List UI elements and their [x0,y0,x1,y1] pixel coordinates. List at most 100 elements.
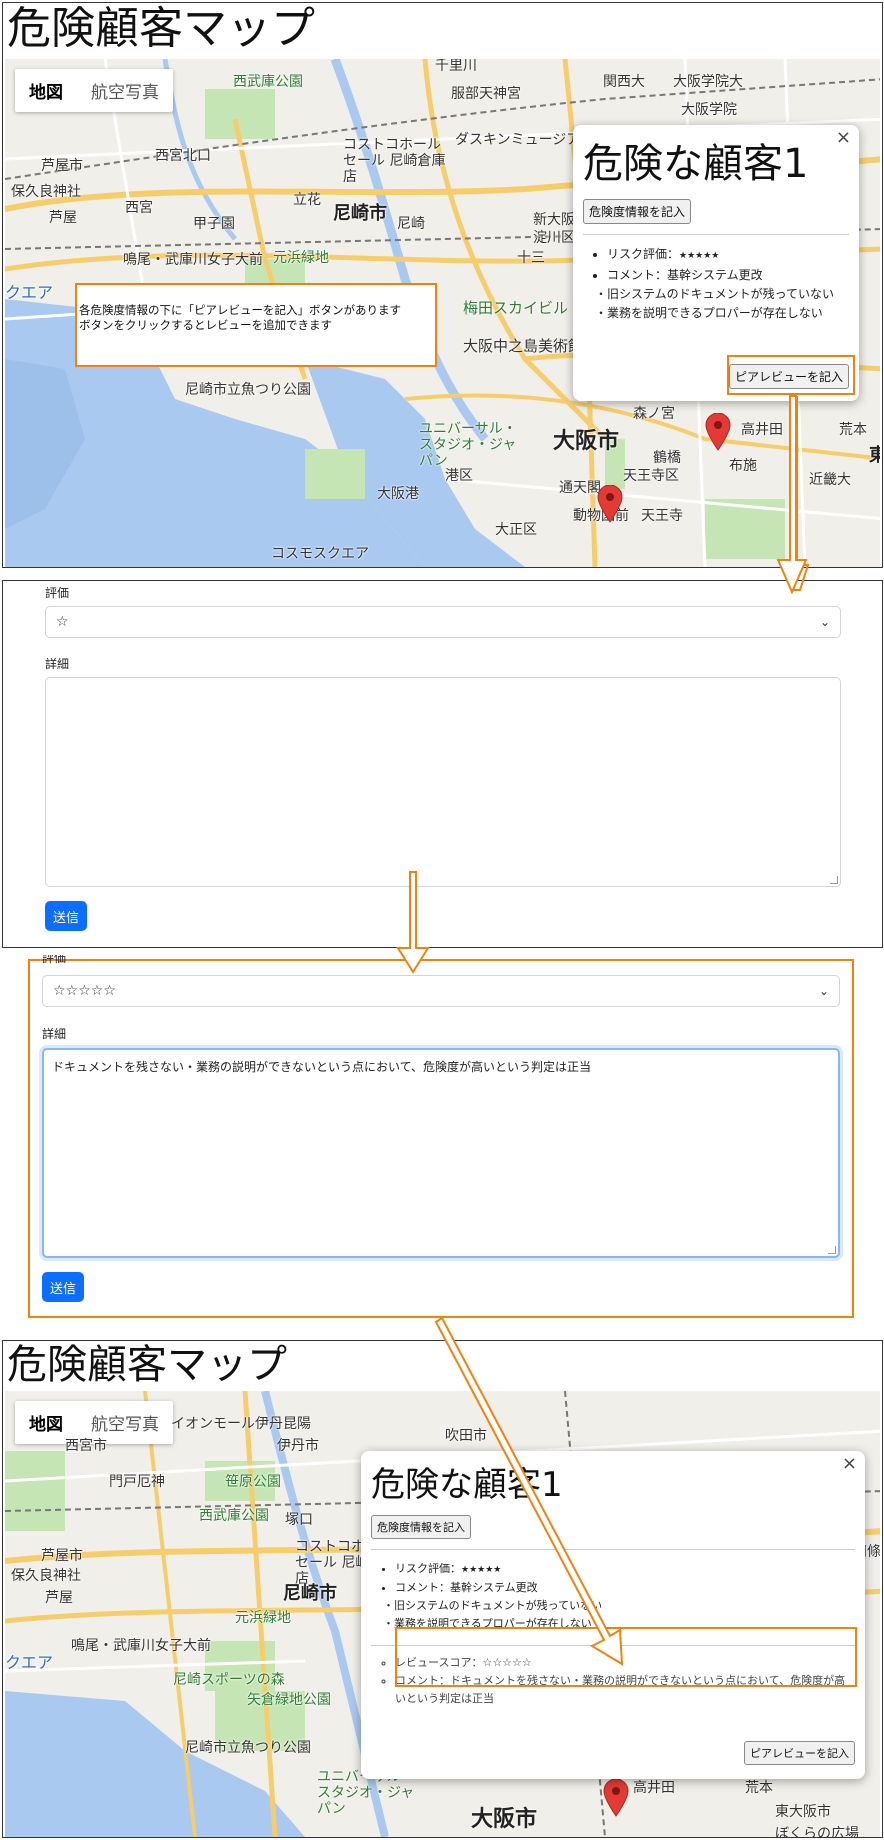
map-label: 尼崎スポーツの森 [173,1672,285,1688]
map-marker-pin[interactable] [705,413,731,451]
map-label: 保久良神社 [11,1568,81,1584]
rating-select[interactable]: ☆ ⌄ [45,606,841,638]
map-label: 門戸厄神 [109,1474,165,1490]
map-label: 通天閣 [559,480,601,496]
detail-textarea-value: ドキュメントを残さない・業務の説明ができないという点において、危険度が高いという… [52,1060,592,1074]
map-label: 布施 [729,458,757,474]
map-label: 笹原公園 [225,1474,281,1490]
screen-map-with-review: 危険顧客マップ 地図 航空写真 西宮市 イオンモール伊丹昆陽 伊丹市 吹田市 門 [2,1340,883,1838]
chevron-down-icon: ⌄ [819,615,830,629]
map-label: 尼崎市立魚つり公園 [185,382,311,398]
map-label: 尼崎 [397,216,425,232]
map-label: 高井田 [741,422,783,438]
map-label: クエア [5,1653,54,1672]
info-window-title: 危険な顧客1 [583,141,809,187]
map-marker-pin[interactable] [603,1779,629,1817]
comment-value: 基幹システム更改 [667,268,763,282]
rating-label: 評価 [45,586,70,600]
map-label: 関西大 [603,74,645,90]
risk-info-list: リスク評価：★★★★★ コメント：基幹システム更改 ・旧システムのドキュメントが… [583,245,849,323]
map-label: 梅田スカイビル [463,299,569,317]
comment-sub-item: ・業務を説明できるプロパーが存在しない [595,306,823,320]
comment-item: コメント：基幹システム更改 [395,1579,855,1597]
map-type-map-button[interactable]: 地図 [15,69,77,112]
comment-label: コメント： [607,268,668,282]
risk-rating-value: ★★★★★ [679,251,720,261]
risk-rating-item: リスク評価：★★★★★ [607,245,849,266]
map-label: 鳴尾・武庫川女子大前 [123,252,263,268]
map-label: 矢倉緑地公園 [247,1692,331,1708]
map-label: 尼崎市 [333,203,387,224]
map-label: 大阪学院大 [673,74,743,90]
map-marker-pin[interactable] [597,485,623,523]
map-label: 鳴尾・武庫川女子大前 [71,1638,211,1654]
rating-select[interactable]: ☆☆☆☆☆ ⌄ [42,975,840,1007]
map-view[interactable]: 地図 航空写真 西宮市 イオンモール伊丹昆陽 伊丹市 吹田市 門戸厄神 笹原公園… [5,1391,880,1837]
map-label: 高井田 [633,1780,675,1796]
screen-review-form-empty: 評価 ☆ ⌄ 詳細 送信 [2,580,883,948]
map-label: 尼崎市 [283,1583,337,1604]
map-label: 西武庫公園 [233,74,303,90]
chevron-down-icon: ⌄ [818,984,829,998]
comment-sub-item: ・旧システムのドキュメントが残っていない [383,1599,603,1612]
map-label: 立花 [293,192,321,208]
map-label: 芦屋市 [41,158,83,174]
map-label: 西武庫公園 [199,1508,269,1524]
map-label: 吹田市 [445,1428,487,1444]
map-label: ぼくらの広場 [775,1826,859,1837]
risk-info-button[interactable]: 危険度情報を記入 [583,199,692,224]
resize-handle-icon[interactable] [830,876,838,884]
map-label: 西宮北口 [155,148,211,164]
rating-label: 評価 [42,955,67,965]
comment-label: コメント： [395,1581,450,1594]
resize-handle-icon[interactable] [828,1246,836,1254]
comment-value: 基幹システム更改 [450,1581,538,1594]
map-view[interactable]: 地図 航空写真 西武庫公園 千里川 服部天神宮 関西大 大阪学院大 大阪学院 芦… [5,59,880,567]
submit-button[interactable]: 送信 [45,901,87,931]
screen-map-initial: 危険顧客マップ 地図 航空写真 西武庫公園 千里川 服部天神宮 関西大 大阪学院… [2,2,883,568]
map-type-toggle: 地図 航空写真 [15,69,173,112]
risk-rating-label: リスク評価： [395,1562,461,1575]
risk-info-list: リスク評価：★★★★★ コメント：基幹システム更改 ・旧システムのドキュメントが… [371,1560,855,1633]
map-label: 荒本 [839,422,867,438]
map-label: 十三 [517,250,545,266]
map-label: イオンモール伊丹昆陽 [171,1416,311,1432]
page-title: 危険顧客マップ [7,3,315,54]
detail-textarea[interactable]: ドキュメントを残さない・業務の説明ができないという点において、危険度が高いという… [42,1048,840,1258]
risk-rating-label: リスク評価： [607,247,680,261]
map-label: 西宮 [125,200,153,216]
map-label: コスモスクエア [271,546,369,562]
map-label: 西宮市 [65,1438,107,1454]
submit-button[interactable]: 送信 [42,1272,84,1302]
map-type-satellite-button[interactable]: 航空写真 [77,69,173,112]
map-label: コストコホール セール 尼崎倉庫店 [343,137,446,185]
map-label: 大阪学院 [681,102,737,118]
map-label: 服部天神宮 [451,86,521,102]
detail-label: 詳細 [45,657,70,671]
close-icon[interactable]: × [842,1453,857,1474]
risk-info-button[interactable]: 危険度情報を記入 [371,1515,471,1539]
map-label: 千里川 [435,59,477,74]
info-window-title: 危険な顧客1 [371,1465,563,1505]
map-label: 大正区 [495,522,537,538]
rating-select-value: ☆☆☆☆☆ [53,983,116,999]
detail-textarea[interactable] [45,677,841,887]
map-label: 尼崎市立魚つり公園 [185,1740,311,1756]
rating-select-value: ☆ [56,614,69,630]
detail-label: 詳細 [42,1027,67,1041]
info-window: × 危険な顧客1 危険度情報を記入 リスク評価：★★★★★ コメント：基幹システ… [361,1451,865,1779]
map-label: 荒本 [745,1780,773,1796]
map-label: 元浜緑地 [235,1610,291,1626]
map-label: 東 [869,441,880,467]
map-label: 元浜緑地 [273,250,329,266]
map-label: 港区 [445,468,473,484]
screen-review-form-filled: 評価 ☆☆☆☆☆ ⌄ 詳細 ドキュメントを残さない・業務の説明ができないという点… [2,955,883,1325]
map-label: 天王寺区 [623,468,679,484]
close-icon[interactable]: × [836,127,851,148]
risk-rating-item: リスク評価：★★★★★ [395,1560,855,1579]
map-label: 森ノ宮 [633,406,675,422]
peer-review-button[interactable]: ピアレビューを記入 [744,1741,855,1765]
highlight-box [727,355,855,395]
map-label: 近畿大 [809,472,851,488]
map-label: 保久良神社 [11,184,81,200]
